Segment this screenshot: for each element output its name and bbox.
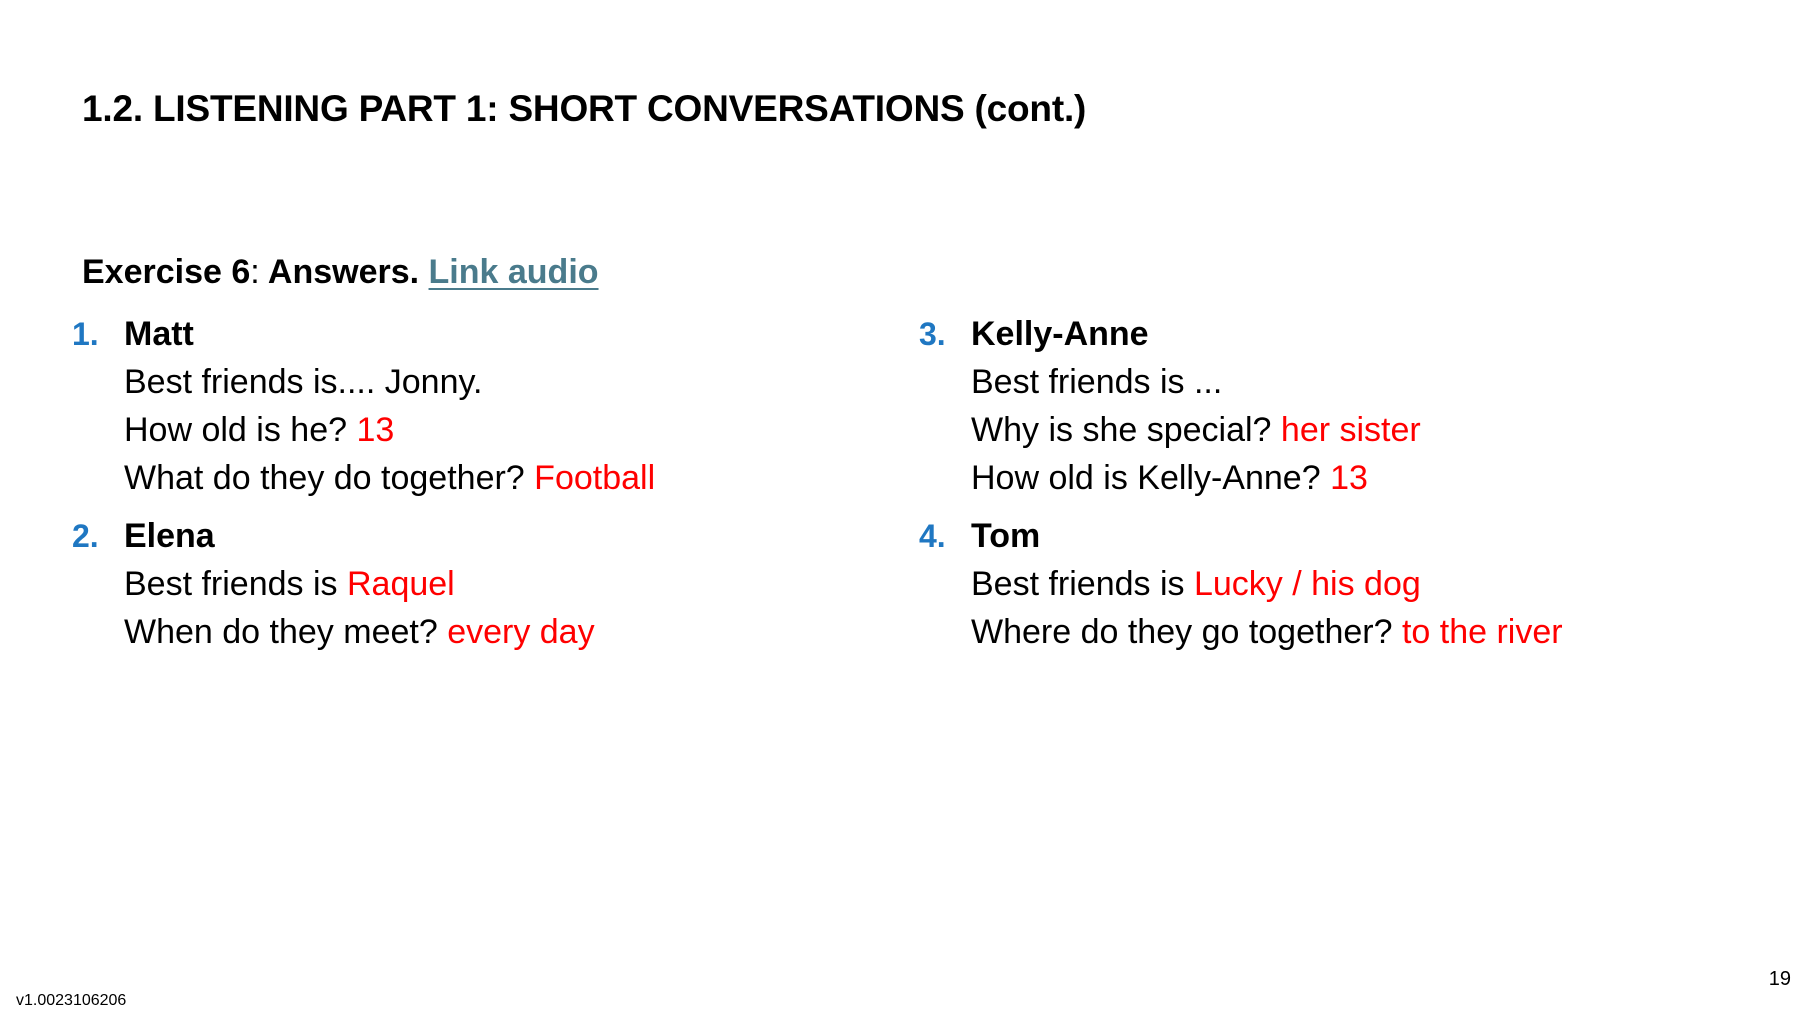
- page-number: 19: [1768, 968, 1791, 990]
- question-text: Why is she special?: [971, 411, 1281, 449]
- item-line: Best friends is Raquel: [124, 560, 655, 608]
- version-label: v1.0023106206: [16, 992, 127, 1009]
- item-line: How old is he? 13: [124, 406, 655, 454]
- question-text: Best friends is.... Jonny.: [124, 363, 483, 401]
- item-line: When do they meet? every day: [124, 608, 655, 656]
- answer-item-elena: 2. Elena Best friends is Raquel When do …: [72, 512, 655, 656]
- question-text: Best friends is: [124, 565, 347, 603]
- question-text: How old is he?: [124, 411, 357, 449]
- answers-label: Answers.: [259, 253, 420, 291]
- item-number: 3.: [919, 316, 946, 352]
- answers-column-left: 1. Matt Best friends is.... Jonny. How o…: [72, 310, 655, 666]
- answer-text: every day: [447, 613, 595, 651]
- page-title: 1.2. LISTENING PART 1: SHORT CONVERSATIO…: [82, 88, 1087, 129]
- question-text: How old is Kelly-Anne?: [971, 459, 1331, 497]
- item-line: Best friends is.... Jonny.: [124, 358, 655, 406]
- question-text: Best friends is ...: [971, 363, 1223, 401]
- answer-text: Lucky / his dog: [1193, 565, 1421, 603]
- question-text: When do they meet?: [124, 613, 448, 651]
- answer-text: her sister: [1280, 411, 1421, 449]
- answer-text: 13: [356, 411, 395, 449]
- item-line: Best friends is ...: [971, 358, 1563, 406]
- question-text: Where do they go together?: [971, 613, 1402, 651]
- item-name: Tom: [971, 517, 1041, 555]
- slide: 1.2. LISTENING PART 1: SHORT CONVERSATIO…: [0, 0, 1800, 1012]
- answer-item-matt: 1. Matt Best friends is.... Jonny. How o…: [72, 310, 655, 502]
- item-line: Where do they go together? to the river: [971, 608, 1563, 656]
- answer-text: 13: [1330, 459, 1368, 497]
- item-line: What do they do together? Football: [124, 454, 655, 502]
- item-line: Why is she special? her sister: [971, 406, 1563, 454]
- exercise-separator: :: [250, 253, 260, 291]
- answers-column-right: 3. Kelly-Anne Best friends is ... Why is…: [919, 310, 1563, 666]
- link-audio[interactable]: Link audio: [429, 253, 599, 291]
- item-name: Elena: [124, 517, 215, 555]
- answer-item-tom: 4. Tom Best friends is Lucky / his dog W…: [919, 512, 1563, 656]
- answer-item-kelly-anne: 3. Kelly-Anne Best friends is ... Why is…: [919, 310, 1563, 502]
- item-name: Matt: [124, 315, 194, 353]
- item-number: 4.: [919, 518, 946, 554]
- answer-text: Football: [534, 459, 656, 497]
- answer-text: to the river: [1401, 613, 1563, 651]
- question-text: Best friends is: [971, 565, 1194, 603]
- question-text: What do they do together?: [124, 459, 535, 497]
- item-number: 1.: [72, 316, 99, 352]
- answer-text: Raquel: [346, 565, 455, 603]
- item-line: Best friends is Lucky / his dog: [971, 560, 1563, 608]
- exercise-header: Exercise 6: Answers. Link audio: [82, 253, 599, 292]
- item-number: 2.: [72, 518, 99, 554]
- item-name: Kelly-Anne: [971, 315, 1149, 353]
- item-line: How old is Kelly-Anne? 13: [971, 454, 1563, 502]
- exercise-label: Exercise 6: [82, 253, 251, 291]
